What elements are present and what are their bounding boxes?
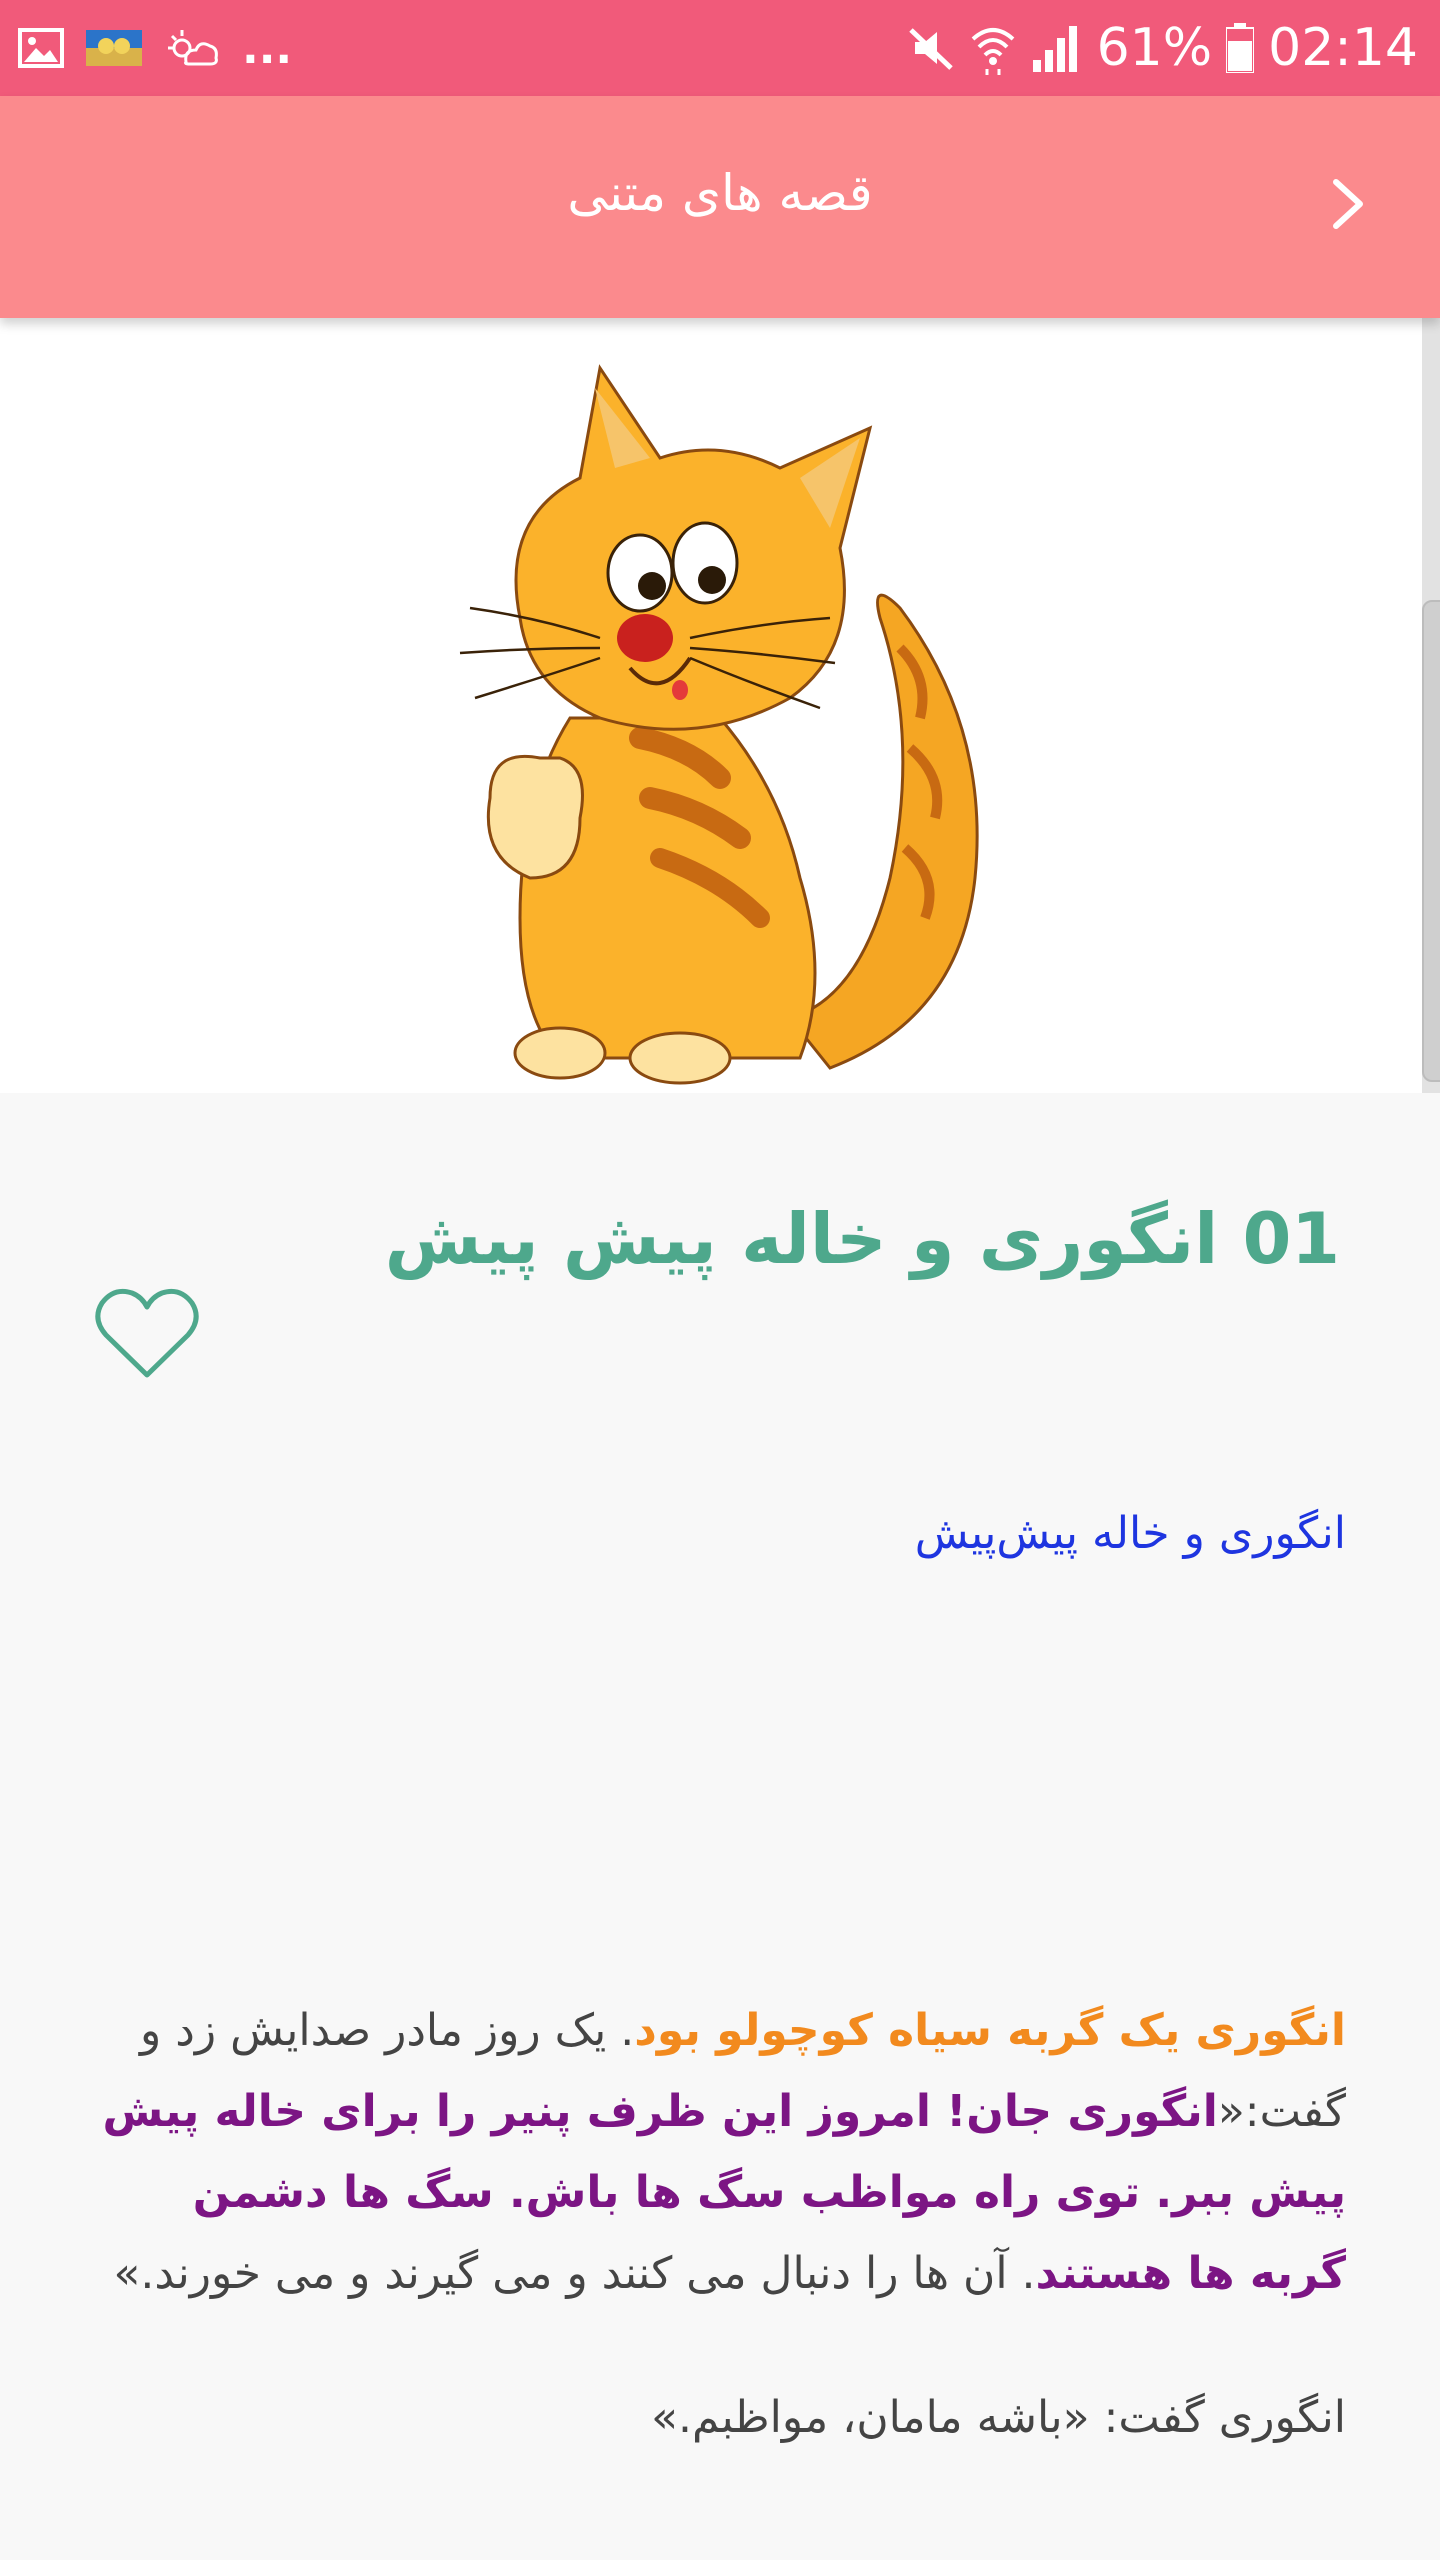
gallery-icon (18, 28, 64, 68)
heart-outline-icon[interactable] (92, 1285, 202, 1385)
more-notifications-indicator: ... (242, 22, 293, 74)
app-bar-title: قصه های متنی (567, 164, 873, 222)
scrollbar-thumb[interactable] (1422, 600, 1440, 1082)
highlight-intro: انگوری یک گربه سیاه کوچولو بود (634, 2005, 1346, 2056)
weather-icon (168, 30, 218, 66)
cat-illustration (459, 364, 979, 1085)
story-title: 01 انگوری و خاله پیش پیش (384, 1198, 1340, 1280)
story-subheading: انگوری و خاله پیش‌پیش (914, 1508, 1346, 1559)
story-content (0, 1093, 1440, 2560)
paragraph-text-b: . آن ها را دنبال می کنند و می گیرند و می… (113, 2248, 1036, 2299)
story-paragraph-2: انگوری گفت: «باشه مامان، مواظبم.» (651, 2392, 1346, 2443)
chevron-right-icon[interactable] (1318, 174, 1378, 234)
story-cover-image (0, 318, 1422, 1093)
status-bar: ... 61% 02:14 (0, 0, 1440, 96)
clock-time: 02:14 (1268, 18, 1418, 78)
battery-percent: 61% (1096, 18, 1213, 78)
mute-icon (908, 28, 953, 70)
battery-icon (1226, 23, 1255, 73)
thumbnail-icon (86, 30, 142, 66)
wifi-icon (971, 28, 1014, 75)
signal-icon (1032, 26, 1077, 72)
app-bar: قصه های متنی (0, 96, 1440, 318)
story-paragraph-1: انگوری یک گربه سیاه کوچولو بود. یک روز م… (86, 1990, 1346, 2314)
